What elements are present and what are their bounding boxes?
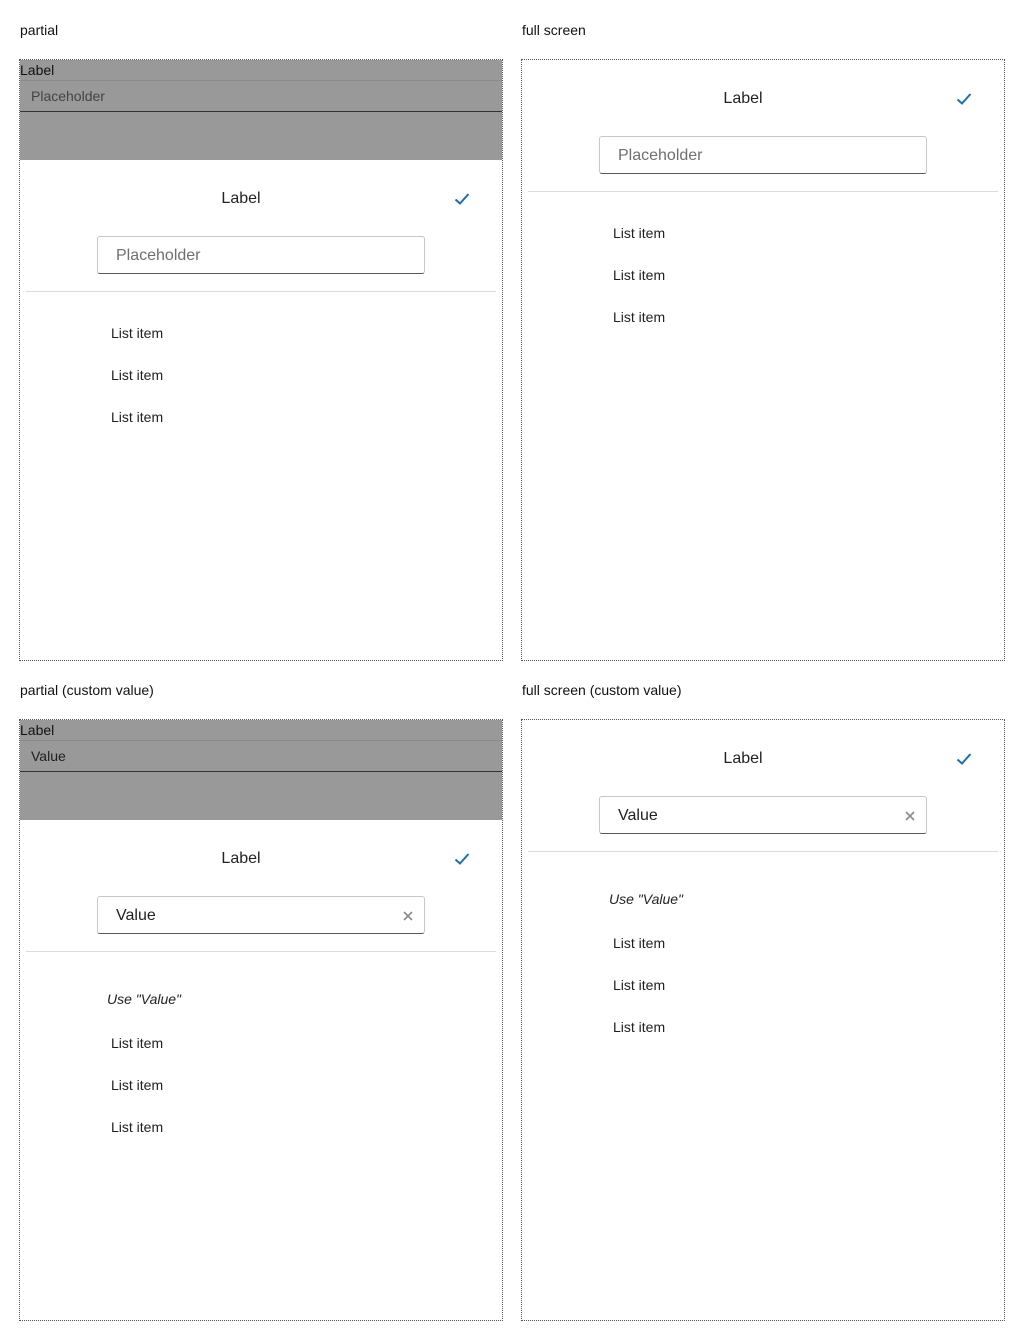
partial-frame: Label Placeholder Label Placeholder List… bbox=[19, 59, 503, 661]
list-item[interactable]: List item bbox=[613, 977, 665, 993]
list-item[interactable]: List item bbox=[111, 367, 163, 383]
list-item[interactable]: List item bbox=[111, 1119, 163, 1135]
bottom-sheet: Label Value Use "Value" List item List i… bbox=[20, 820, 502, 1320]
list-item[interactable]: List item bbox=[111, 1077, 163, 1093]
sheet-title: Label bbox=[723, 750, 763, 767]
background-field: Label Placeholder bbox=[20, 60, 502, 160]
full-screen-sheet: Label Placeholder List item List item Li… bbox=[522, 60, 1004, 660]
full-screen-custom-frame: Label Value Use "Value" List item List i… bbox=[521, 719, 1005, 1321]
list-item[interactable]: List item bbox=[613, 267, 665, 283]
close-icon[interactable] bbox=[402, 910, 414, 922]
check-icon[interactable] bbox=[956, 92, 972, 106]
search-input[interactable]: Value bbox=[97, 896, 425, 934]
background-field-input[interactable]: Value bbox=[31, 748, 66, 764]
search-value: Value bbox=[618, 807, 658, 824]
background-field-label: Label bbox=[20, 722, 55, 738]
background-field-divider bbox=[20, 740, 502, 741]
background-field-underline bbox=[20, 111, 502, 112]
sheet-title: Label bbox=[723, 90, 763, 107]
search-input[interactable]: Placeholder bbox=[599, 136, 927, 174]
sheet-divider bbox=[528, 851, 998, 852]
list-item[interactable]: List item bbox=[111, 1035, 163, 1051]
section-title-full-screen-custom: full screen (custom value) bbox=[522, 682, 682, 698]
search-value: Value bbox=[116, 907, 156, 924]
search-placeholder: Placeholder bbox=[116, 247, 201, 264]
close-icon[interactable] bbox=[904, 810, 916, 822]
background-field-label: Label bbox=[20, 62, 55, 78]
search-input[interactable]: Value bbox=[599, 796, 927, 834]
background-field-input[interactable]: Placeholder bbox=[31, 88, 105, 104]
background-field-divider bbox=[20, 80, 502, 81]
partial-custom-frame: Label Value Label Value Use "Value" List… bbox=[19, 719, 503, 1321]
list-item[interactable]: List item bbox=[111, 325, 163, 341]
section-title-partial: partial bbox=[20, 22, 59, 38]
sheet-divider bbox=[528, 191, 998, 192]
list-item[interactable]: List item bbox=[613, 935, 665, 951]
sheet-title: Label bbox=[221, 190, 261, 207]
use-custom-value-option[interactable]: Use "Value" bbox=[609, 891, 683, 907]
check-icon[interactable] bbox=[956, 752, 972, 766]
check-icon[interactable] bbox=[454, 192, 470, 206]
list-item[interactable]: List item bbox=[111, 409, 163, 425]
search-placeholder: Placeholder bbox=[618, 147, 703, 164]
search-input[interactable]: Placeholder bbox=[97, 236, 425, 274]
sheet-title: Label bbox=[221, 850, 261, 867]
full-screen-frame: Label Placeholder List item List item Li… bbox=[521, 59, 1005, 661]
background-field: Label Value bbox=[20, 720, 502, 820]
background-field-underline bbox=[20, 771, 502, 772]
list-item[interactable]: List item bbox=[613, 225, 665, 241]
full-screen-sheet: Label Value Use "Value" List item List i… bbox=[522, 720, 1004, 1320]
list-item[interactable]: List item bbox=[613, 1019, 665, 1035]
use-custom-value-option[interactable]: Use "Value" bbox=[107, 991, 181, 1007]
sheet-divider bbox=[26, 291, 496, 292]
section-title-full-screen: full screen bbox=[522, 22, 586, 38]
list-item[interactable]: List item bbox=[613, 309, 665, 325]
check-icon[interactable] bbox=[454, 852, 470, 866]
sheet-divider bbox=[26, 951, 496, 952]
bottom-sheet: Label Placeholder List item List item Li… bbox=[20, 160, 502, 660]
section-title-partial-custom: partial (custom value) bbox=[20, 682, 154, 698]
